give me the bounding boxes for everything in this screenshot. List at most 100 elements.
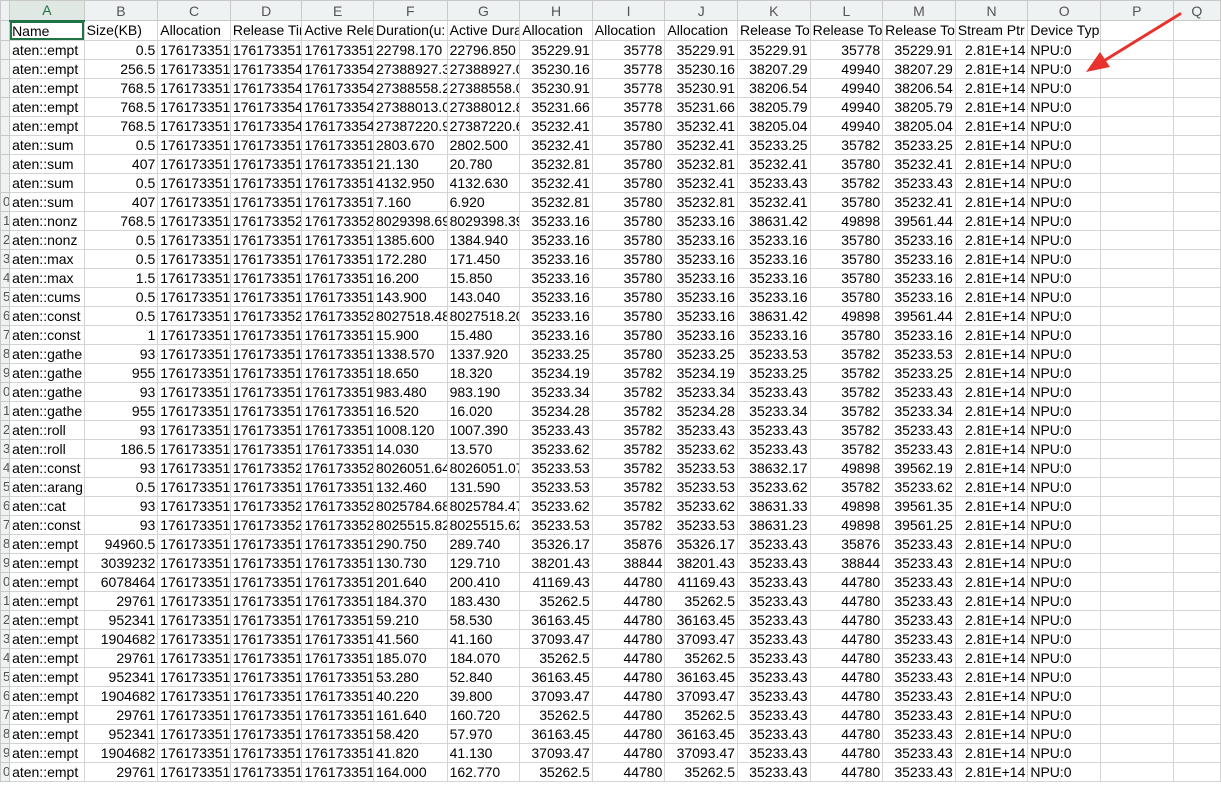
table-cell[interactable]: 35230.16 [664, 58, 738, 79]
table-cell[interactable]: 35876 [809, 533, 884, 554]
table-cell[interactable]: 0.5 [83, 172, 159, 193]
table-cell[interactable]: 176173351 [157, 229, 231, 250]
table-cell[interactable]: 2.81E+14 [954, 685, 1029, 706]
table-cell[interactable]: 6078464 [83, 571, 159, 592]
row-number[interactable] [0, 20, 11, 41]
table-cell[interactable]: 176173351 [301, 742, 375, 763]
table-cell[interactable]: 176173351 [301, 476, 375, 497]
table-cell[interactable]: 176173351 [229, 134, 303, 155]
empty-cell[interactable] [1172, 761, 1221, 782]
table-cell[interactable]: 39561.25 [882, 514, 956, 535]
table-cell[interactable]: 35233.43 [882, 742, 956, 763]
table-cell[interactable]: 35233.16 [664, 286, 738, 307]
table-cell[interactable]: aten::empt [9, 533, 85, 554]
empty-cell[interactable] [1099, 552, 1174, 573]
row-number[interactable]: 8 [0, 533, 11, 554]
table-cell[interactable]: 176173351 [229, 400, 303, 421]
empty-cell[interactable] [1099, 286, 1174, 307]
table-cell[interactable]: 176173351 [229, 552, 303, 573]
table-cell[interactable]: NPU:0 [1027, 343, 1101, 364]
table-cell[interactable]: 176173351 [229, 609, 303, 630]
table-cell[interactable]: 176173351 [157, 362, 231, 383]
table-cell[interactable]: 35778 [591, 77, 666, 98]
table-cell[interactable]: 35262.5 [519, 761, 593, 782]
table-cell[interactable]: aten::nonz [9, 229, 85, 250]
empty-cell[interactable] [1099, 153, 1174, 174]
table-cell[interactable]: 38631.33 [736, 495, 811, 516]
table-cell[interactable]: 38206.54 [882, 77, 956, 98]
table-cell[interactable]: 44780 [591, 742, 666, 763]
table-cell[interactable]: 35233.43 [736, 609, 811, 630]
table-cell[interactable]: 35233.25 [736, 134, 811, 155]
table-cell[interactable]: 2.81E+14 [954, 58, 1029, 79]
empty-cell[interactable] [1172, 248, 1221, 269]
table-cell[interactable]: 176173351 [157, 685, 231, 706]
table-cell[interactable]: 49940 [809, 115, 884, 136]
table-cell[interactable]: aten::empt [9, 666, 85, 687]
table-cell[interactable]: 44780 [809, 571, 884, 592]
table-cell[interactable]: 37093.47 [664, 742, 738, 763]
table-cell[interactable]: 41.820 [373, 742, 448, 763]
table-cell[interactable]: 176173351 [229, 153, 303, 174]
table-cell[interactable]: 44780 [809, 609, 884, 630]
table-cell[interactable]: 176173351 [157, 286, 231, 307]
table-cell[interactable]: 35780 [591, 305, 666, 326]
column-header-l[interactable]: L [809, 0, 884, 21]
table-cell[interactable]: 176173351 [157, 343, 231, 364]
table-cell[interactable]: 35233.16 [664, 248, 738, 269]
table-cell[interactable]: 35234.28 [664, 400, 738, 421]
table-cell[interactable]: 176173351 [157, 39, 231, 60]
table-cell[interactable]: 35233.16 [519, 210, 593, 231]
empty-cell[interactable] [1099, 77, 1174, 98]
table-cell[interactable]: 143.900 [373, 286, 448, 307]
table-cell[interactable]: 93 [83, 419, 159, 440]
table-cell[interactable]: 35233.43 [882, 571, 956, 592]
table-cell[interactable]: 35233.16 [736, 324, 811, 345]
table-cell[interactable]: 35233.25 [664, 343, 738, 364]
table-cell[interactable]: 35782 [591, 457, 666, 478]
table-cell[interactable]: 38632.17 [736, 457, 811, 478]
empty-cell[interactable] [1172, 666, 1221, 687]
table-cell[interactable]: 29761 [83, 590, 159, 611]
empty-cell[interactable] [1172, 704, 1221, 725]
row-number[interactable]: 5 [0, 286, 11, 307]
table-cell[interactable]: 35233.34 [736, 400, 811, 421]
table-cell[interactable]: 35233.43 [736, 552, 811, 573]
table-cell[interactable]: 3039232 [83, 552, 159, 573]
table-cell[interactable]: 176173351 [157, 723, 231, 744]
table-cell[interactable]: 176173351 [157, 305, 231, 326]
table-cell[interactable]: 176173351 [157, 476, 231, 497]
table-cell[interactable]: NPU:0 [1027, 609, 1101, 630]
empty-cell[interactable] [1172, 134, 1221, 155]
table-cell[interactable]: 35778 [591, 39, 666, 60]
table-cell[interactable]: 44780 [591, 590, 666, 611]
table-cell[interactable]: 27387220.6 [446, 115, 521, 136]
table-cell[interactable]: 38205.79 [882, 96, 956, 117]
table-cell[interactable]: aten::sum [9, 134, 85, 155]
table-cell[interactable]: 35778 [591, 96, 666, 117]
table-cell[interactable]: 35233.34 [519, 381, 593, 402]
table-cell[interactable]: 176173351 [301, 438, 375, 459]
table-cell[interactable]: aten::arang [9, 476, 85, 497]
table-cell[interactable]: 44780 [591, 647, 666, 668]
table-cell[interactable]: 35233.43 [736, 742, 811, 763]
table-cell[interactable]: 44780 [591, 723, 666, 744]
table-cell[interactable]: 35233.16 [882, 286, 956, 307]
table-cell[interactable]: aten::roll [9, 438, 85, 459]
header-cell[interactable]: Allocation [157, 20, 231, 41]
table-cell[interactable]: 176173352 [301, 210, 375, 231]
table-cell[interactable]: 35780 [591, 115, 666, 136]
table-cell[interactable]: 37093.47 [664, 628, 738, 649]
table-cell[interactable]: aten::const [9, 324, 85, 345]
row-number[interactable]: 2 [0, 609, 11, 630]
table-cell[interactable]: aten::empt [9, 609, 85, 630]
table-cell[interactable]: 176173351 [301, 419, 375, 440]
table-cell[interactable]: 176173351 [301, 286, 375, 307]
header-cell[interactable]: Active Rele [301, 20, 375, 41]
table-cell[interactable]: 176173352 [229, 495, 303, 516]
table-cell[interactable]: 35231.66 [664, 96, 738, 117]
empty-cell[interactable] [1172, 210, 1221, 231]
table-cell[interactable]: 35233.53 [664, 476, 738, 497]
row-number[interactable] [0, 77, 11, 98]
table-cell[interactable]: aten::empt [9, 552, 85, 573]
